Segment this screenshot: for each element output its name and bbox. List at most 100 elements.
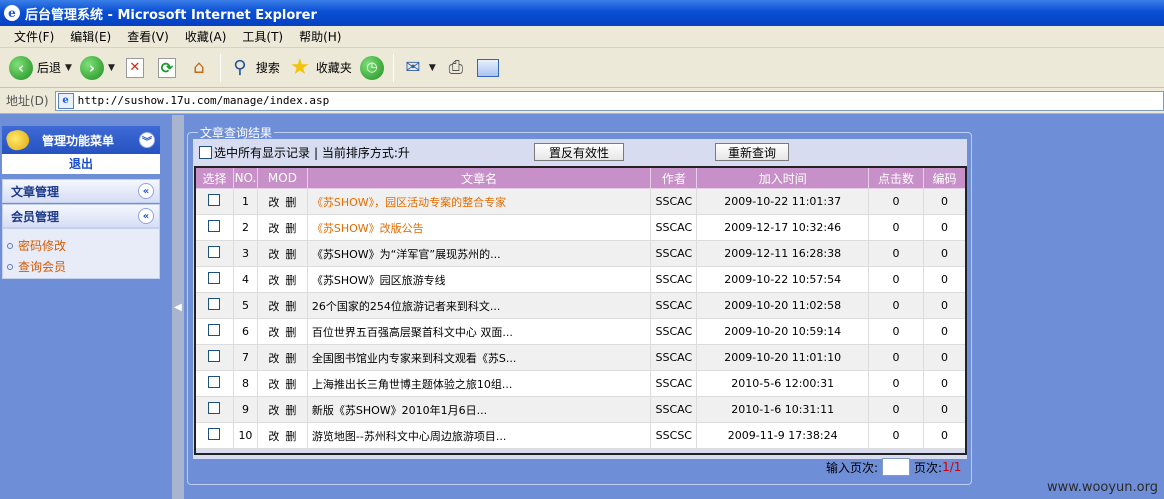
row-title[interactable]: 百位世界五百强高层聚首科文中心 双面... [306, 318, 652, 345]
row-no: 5 [232, 292, 258, 319]
edit-link[interactable]: 改 [268, 222, 279, 235]
row-checkbox[interactable] [208, 194, 221, 206]
edit-link[interactable]: 改 [268, 274, 279, 287]
row-title[interactable]: 《苏SHOW》为“洋军官”展现苏州的... [306, 240, 652, 267]
chevron-down-icon[interactable]: ▼ [429, 63, 436, 73]
home-icon: ⌂ [193, 57, 205, 78]
delete-link[interactable]: 删 [285, 248, 296, 261]
menu-favorites[interactable]: 收藏(A) [177, 26, 235, 48]
address-input[interactable]: e http://sushow.17u.com/manage/index.asp [54, 90, 1164, 111]
row-title[interactable]: 游览地图--苏州科文中心周边旅游项目... [306, 422, 652, 449]
row-checkbox[interactable] [208, 350, 221, 362]
row-actions: 改删 [256, 396, 308, 423]
collapse-icon[interactable]: ︾ [139, 132, 155, 148]
toolbar-divider [392, 53, 394, 82]
row-title[interactable]: 26个国家的254位旅游记者来到科文... [306, 292, 652, 319]
stop-button[interactable]: ✕ [120, 51, 150, 85]
chevron-down-icon[interactable]: ▼ [108, 63, 115, 73]
home-button[interactable]: ⌂ [184, 51, 214, 85]
invert-validity-button[interactable]: 置反有效性 [534, 143, 624, 161]
logout-link[interactable]: 退出 [2, 154, 160, 174]
row-select-cell [195, 396, 234, 423]
row-time: 2009-10-20 10:59:14 [696, 318, 870, 345]
back-button[interactable]: ‹ 后退 ▼ [6, 51, 75, 85]
collapse-icon[interactable]: « [138, 183, 154, 199]
edit-link[interactable]: 改 [268, 430, 279, 443]
delete-link[interactable]: 删 [285, 430, 296, 443]
table-row: 1 改删《苏SHOW》，园区活动专案的整合专家 SSCAC 2009-10-22 11… [195, 188, 966, 215]
row-time: 2009-12-17 10:32:46 [696, 214, 870, 241]
row-title[interactable]: 《苏SHOW》改版公告 [306, 214, 652, 241]
delete-link[interactable]: 删 [285, 222, 296, 235]
requery-button[interactable]: 重新查询 [715, 143, 789, 161]
mail-button[interactable]: ✉ ▼ [398, 51, 439, 85]
row-code: 0 [923, 422, 966, 449]
delete-link[interactable]: 删 [285, 378, 296, 391]
edit-link[interactable]: 改 [268, 248, 279, 261]
sidebar-splitter[interactable]: ◀ [172, 115, 184, 499]
menu-view[interactable]: 查看(V) [119, 26, 177, 48]
row-code: 0 [923, 318, 966, 345]
menu-help[interactable]: 帮助(H) [291, 26, 349, 48]
row-title[interactable]: 《苏SHOW》，园区活动专案的整合专家 [306, 188, 652, 215]
row-title[interactable]: 上海推出长三角世博主题体验之旅10组... [306, 370, 652, 397]
triangle-left-icon: ◀ [174, 301, 182, 313]
menu-tools[interactable]: 工具(T) [234, 26, 291, 48]
forward-button[interactable]: › ▼ [77, 51, 118, 85]
delete-link[interactable]: 删 [285, 300, 296, 313]
row-checkbox[interactable] [208, 428, 221, 440]
sidebar-section-members[interactable]: 会员管理 « [2, 204, 160, 228]
select-all-checkbox[interactable] [199, 146, 212, 159]
col-code: 编码 [923, 167, 966, 189]
sidebar-section-articles[interactable]: 文章管理 « [2, 179, 160, 203]
search-button[interactable]: ⚲ 搜索 [225, 51, 283, 85]
delete-link[interactable]: 删 [285, 326, 296, 339]
row-title[interactable]: 《苏SHOW》园区旅游专线 [306, 266, 652, 293]
page-input[interactable] [882, 458, 911, 476]
row-title[interactable]: 新版《苏SHOW》2010年1月6日... [306, 396, 652, 423]
col-title: 文章名 [306, 167, 652, 189]
row-checkbox[interactable] [208, 220, 221, 232]
edit-link[interactable]: 改 [268, 326, 279, 339]
sidebar-item-label: 密码修改 [18, 239, 67, 253]
col-time: 加入时间 [696, 167, 870, 189]
delete-link[interactable]: 删 [285, 352, 296, 365]
edit-link[interactable]: 改 [268, 352, 279, 365]
favorites-button[interactable]: ★ 收藏夹 [285, 51, 355, 85]
delete-link[interactable]: 删 [285, 196, 296, 209]
collapse-icon[interactable]: « [138, 208, 154, 224]
row-checkbox[interactable] [208, 246, 221, 258]
ie-logo-icon: e [4, 5, 20, 21]
edit-page-button[interactable] [473, 51, 503, 85]
table-row: 3 改删《苏SHOW》为“洋军官”展现苏州的... SSCAC 2009-12-11 … [195, 240, 966, 267]
menu-edit[interactable]: 编辑(E) [62, 26, 119, 48]
row-select-cell [195, 266, 234, 293]
pager: 输入页次: 页次: 1/1 [826, 457, 961, 477]
row-checkbox[interactable] [208, 324, 221, 336]
history-button[interactable]: ◷ [357, 51, 387, 85]
edit-link[interactable]: 改 [268, 300, 279, 313]
row-checkbox[interactable] [208, 272, 221, 284]
row-title[interactable]: 全国图书馆业内专家来到科文观看《苏S... [306, 344, 652, 371]
edit-page-icon [476, 56, 500, 80]
edit-link[interactable]: 改 [268, 404, 279, 417]
print-button[interactable]: ⎙ [441, 51, 471, 85]
row-no: 3 [232, 240, 258, 267]
sidebar-item-change-password[interactable]: 密码修改 [3, 235, 159, 256]
menu-file[interactable]: 文件(F) [6, 26, 62, 48]
delete-link[interactable]: 删 [285, 404, 296, 417]
sidebar-item-query-members[interactable]: 查询会员 [3, 256, 159, 277]
row-checkbox[interactable] [208, 376, 221, 388]
row-author: SSCAC [650, 240, 698, 267]
refresh-button[interactable]: ⟳ [152, 51, 182, 85]
articles-table: 选择 NO. MOD 文章名 作者 加入时间 点击数 编码 1 改删《苏SHOW》… [195, 167, 966, 449]
row-checkbox[interactable] [208, 298, 221, 310]
row-clicks: 0 [868, 318, 924, 345]
sidebar: 管理功能菜单 ︾ 退出 文章管理 « 会员管理 « 密码修改 查询会员 [0, 115, 172, 499]
chevron-down-icon[interactable]: ▼ [65, 63, 72, 73]
row-no: 8 [232, 370, 258, 397]
row-checkbox[interactable] [208, 402, 221, 414]
edit-link[interactable]: 改 [268, 196, 279, 209]
delete-link[interactable]: 删 [285, 274, 296, 287]
edit-link[interactable]: 改 [268, 378, 279, 391]
